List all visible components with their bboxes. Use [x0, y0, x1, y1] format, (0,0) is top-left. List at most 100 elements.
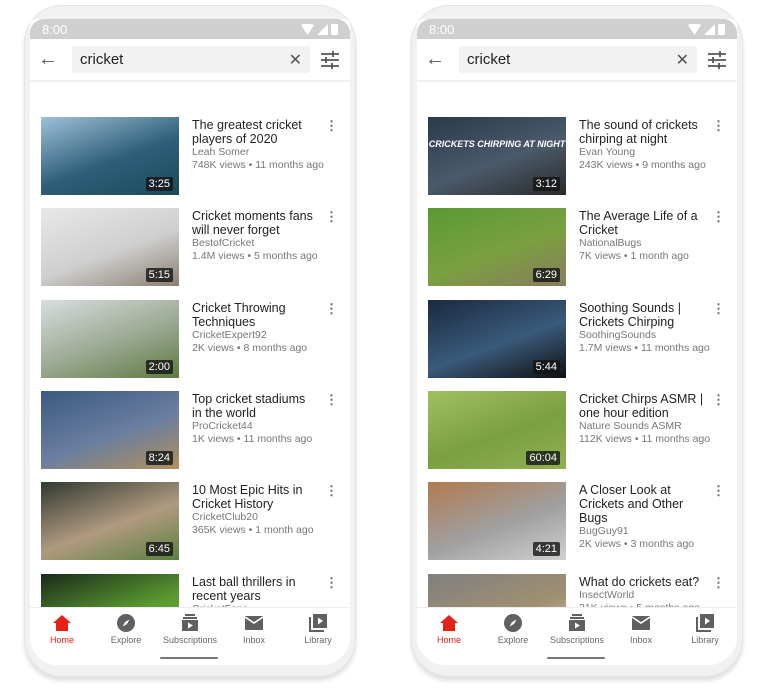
video-item[interactable]: 4:21 A Closer Look at Crickets and Other…: [428, 482, 737, 562]
channel-name: BugGuy91: [579, 525, 629, 537]
more-options-icon[interactable]: ⋮: [325, 302, 338, 315]
video-duration: 5:44: [532, 360, 560, 374]
video-thumbnail[interactable]: 6:45: [41, 482, 179, 560]
library-icon: [696, 613, 714, 632]
more-options-icon[interactable]: ⋮: [712, 393, 725, 406]
video-item[interactable]: 6:29 The Average Life of a Cricket Natio…: [428, 208, 737, 288]
video-list[interactable]: CRICKETS CHIRPING AT NIGHT 3:12 The soun…: [417, 99, 737, 619]
mail-icon: [631, 615, 651, 630]
video-thumbnail[interactable]: 3:25: [41, 117, 179, 195]
video-thumbnail[interactable]: 2:00: [41, 300, 179, 378]
filter-icon[interactable]: [705, 50, 729, 69]
video-title[interactable]: Soothing Sounds | Crickets Chirping: [579, 301, 704, 329]
video-list[interactable]: 3:25 The greatest cricket players of 202…: [30, 99, 350, 619]
search-input[interactable]: [80, 51, 289, 68]
channel-name: BestofCricket: [192, 237, 255, 249]
nav-inbox[interactable]: Inbox: [609, 608, 673, 649]
video-meta: 2K views • 8 months ago: [192, 341, 308, 354]
channel-name: NationalBugs: [579, 237, 642, 249]
video-item[interactable]: CRICKETS CHIRPING AT NIGHT 3:12 The soun…: [428, 117, 737, 197]
more-options-icon[interactable]: ⋮: [712, 576, 725, 589]
video-title[interactable]: What do crickets eat?: [579, 575, 704, 589]
video-meta: 1.7M views • 11 months ago: [579, 341, 710, 354]
video-title[interactable]: Cricket Chirps ASMR | one hour edition: [579, 392, 704, 420]
video-item[interactable]: 2:00 Cricket Throwing Techniques Cricket…: [41, 300, 350, 380]
video-meta: 748K views • 11 months ago: [192, 158, 324, 171]
video-thumbnail[interactable]: 6:29: [428, 208, 566, 286]
video-title[interactable]: The sound of crickets chirping at night: [579, 118, 704, 146]
video-duration: 4:21: [532, 542, 560, 556]
video-title[interactable]: The greatest cricket players of 2020: [192, 118, 317, 146]
home-indicator[interactable]: [547, 657, 605, 659]
phone-screen: 8:00 ← ✕ CRICKETS CHIRPING AT NIGHT 3:12…: [417, 19, 737, 665]
nav-explore[interactable]: Explore: [94, 608, 158, 649]
channel-name: CricketExpert92: [192, 329, 267, 341]
video-item[interactable]: 5:15 Cricket moments fans will never for…: [41, 208, 350, 288]
video-meta: 2K views • 3 months ago: [579, 537, 695, 550]
more-options-icon[interactable]: ⋮: [712, 119, 725, 132]
subscriptions-icon: [569, 613, 585, 631]
search-input[interactable]: [467, 51, 676, 68]
wifi-icon: [301, 23, 314, 35]
video-title[interactable]: 10 Most Epic Hits in Cricket History: [192, 483, 317, 511]
video-meta: 365K views • 1 month ago: [192, 523, 314, 536]
subscriptions-icon: [182, 613, 198, 631]
home-icon: [53, 614, 71, 631]
more-options-icon[interactable]: ⋮: [712, 484, 725, 497]
video-item[interactable]: 5:44 Soothing Sounds | Crickets Chirping…: [428, 300, 737, 380]
channel-name: Nature Sounds ASMR: [579, 420, 682, 432]
nav-subscriptions[interactable]: Subscriptions: [158, 608, 222, 649]
video-thumbnail[interactable]: 4:21: [428, 482, 566, 560]
video-meta: 243K views • 9 months ago: [579, 158, 706, 171]
nav-home[interactable]: Home: [417, 608, 481, 649]
battery-icon: [331, 24, 338, 35]
video-title[interactable]: A Closer Look at Crickets and Other Bugs: [579, 483, 704, 525]
video-item[interactable]: 60:04 Cricket Chirps ASMR | one hour edi…: [428, 391, 737, 471]
nav-library[interactable]: Library: [286, 608, 350, 649]
search-header: ← ✕: [30, 39, 350, 81]
video-title[interactable]: Last ball thrillers in recent years: [192, 575, 317, 603]
channel-name: Leah Somer: [192, 146, 250, 158]
filter-icon[interactable]: [318, 50, 342, 69]
video-duration: 6:29: [532, 268, 560, 282]
video-title[interactable]: Cricket moments fans will never forget: [192, 209, 317, 237]
compass-icon: [504, 613, 522, 632]
video-thumbnail[interactable]: 60:04: [428, 391, 566, 469]
video-title[interactable]: The Average Life of a Cricket: [579, 209, 704, 237]
more-options-icon[interactable]: ⋮: [712, 210, 725, 223]
more-options-icon[interactable]: ⋮: [325, 210, 338, 223]
nav-subscriptions[interactable]: Subscriptions: [545, 608, 609, 649]
video-duration: 6:45: [145, 542, 173, 556]
nav-label: Explore: [110, 634, 142, 645]
more-options-icon[interactable]: ⋮: [325, 119, 338, 132]
video-thumbnail[interactable]: 5:15: [41, 208, 179, 286]
more-options-icon[interactable]: ⋮: [325, 576, 338, 589]
library-icon: [309, 613, 327, 632]
more-options-icon[interactable]: ⋮: [325, 484, 338, 497]
back-arrow-icon[interactable]: ←: [38, 48, 66, 71]
video-thumbnail[interactable]: CRICKETS CHIRPING AT NIGHT 3:12: [428, 117, 566, 195]
channel-name: ProCricket44: [192, 420, 253, 432]
video-meta: 112K views • 11 months ago: [579, 432, 711, 445]
video-item[interactable]: 8:24 Top cricket stadiums in the world P…: [41, 391, 350, 471]
video-thumbnail[interactable]: 5:44: [428, 300, 566, 378]
nav-home[interactable]: Home: [30, 608, 94, 649]
video-item[interactable]: 6:45 10 Most Epic Hits in Cricket Histor…: [41, 482, 350, 562]
clear-icon[interactable]: ✕: [289, 50, 302, 70]
video-title[interactable]: Top cricket stadiums in the world: [192, 392, 317, 420]
wifi-icon: [688, 23, 701, 35]
search-box: ✕: [72, 46, 310, 73]
video-item[interactable]: 3:25 The greatest cricket players of 202…: [41, 117, 350, 197]
more-options-icon[interactable]: ⋮: [325, 393, 338, 406]
video-title[interactable]: Cricket Throwing Techniques: [192, 301, 317, 329]
nav-library[interactable]: Library: [673, 608, 737, 649]
back-arrow-icon[interactable]: ←: [425, 48, 453, 71]
video-thumbnail[interactable]: 8:24: [41, 391, 179, 469]
mail-icon: [244, 615, 264, 630]
home-indicator[interactable]: [160, 657, 218, 659]
nav-label: Subscriptions: [162, 634, 218, 645]
nav-explore[interactable]: Explore: [481, 608, 545, 649]
nav-inbox[interactable]: Inbox: [222, 608, 286, 649]
more-options-icon[interactable]: ⋮: [712, 302, 725, 315]
clear-icon[interactable]: ✕: [676, 50, 689, 70]
